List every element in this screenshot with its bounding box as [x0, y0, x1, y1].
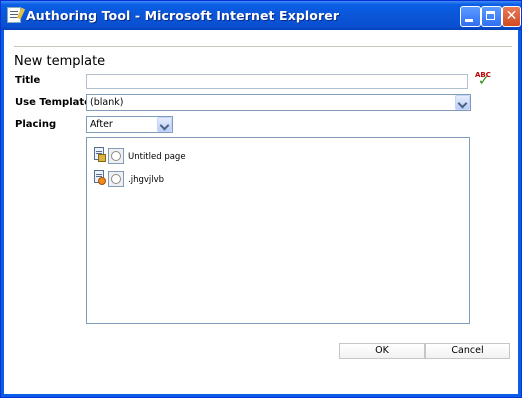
header-divider — [14, 46, 512, 47]
close-icon: ✕ — [505, 8, 518, 24]
checkmark-icon: ✓ — [478, 73, 490, 89]
page-title: New template — [14, 54, 106, 69]
browser-window: Authoring Tool - Microsoft Internet Expl… — [0, 0, 522, 398]
maximize-button[interactable] — [481, 6, 502, 27]
title-input[interactable] — [86, 74, 468, 89]
use-template-select[interactable]: (blank) — [86, 94, 471, 111]
use-template-value: (blank) — [90, 97, 124, 108]
placement-radio[interactable] — [108, 148, 124, 164]
chevron-down-icon[interactable] — [455, 95, 470, 110]
page-tree[interactable]: Untitled page .jhgvjlvb — [86, 137, 470, 324]
window-title: Authoring Tool - Microsoft Internet Expl… — [26, 8, 340, 23]
title-label: Title — [15, 75, 41, 86]
chevron-down-icon[interactable] — [157, 117, 172, 132]
placing-label: Placing — [15, 119, 57, 130]
page-folder-icon — [92, 147, 106, 163]
page-orange-icon — [92, 170, 106, 186]
lock-icon — [98, 154, 106, 162]
tree-item-label: Untitled page — [128, 152, 186, 162]
placement-radio[interactable] — [108, 171, 124, 187]
document-pen-icon — [7, 7, 21, 23]
dialog-content: New template Title ABC ✓ Use Template (b… — [4, 30, 518, 394]
tree-item-label: .jhgvjlvb — [128, 175, 165, 185]
close-button[interactable]: ✕ — [502, 6, 521, 27]
badge-icon — [98, 177, 106, 185]
spellcheck-button[interactable]: ABC ✓ — [475, 71, 493, 89]
title-bar[interactable]: Authoring Tool - Microsoft Internet Expl… — [1, 1, 521, 30]
ok-button[interactable]: OK — [339, 343, 425, 359]
cancel-button[interactable]: Cancel — [425, 343, 510, 359]
placing-select[interactable]: After — [86, 116, 173, 133]
minimize-button[interactable] — [460, 6, 481, 27]
use-template-label: Use Template — [15, 97, 91, 108]
placing-value: After — [90, 119, 113, 130]
